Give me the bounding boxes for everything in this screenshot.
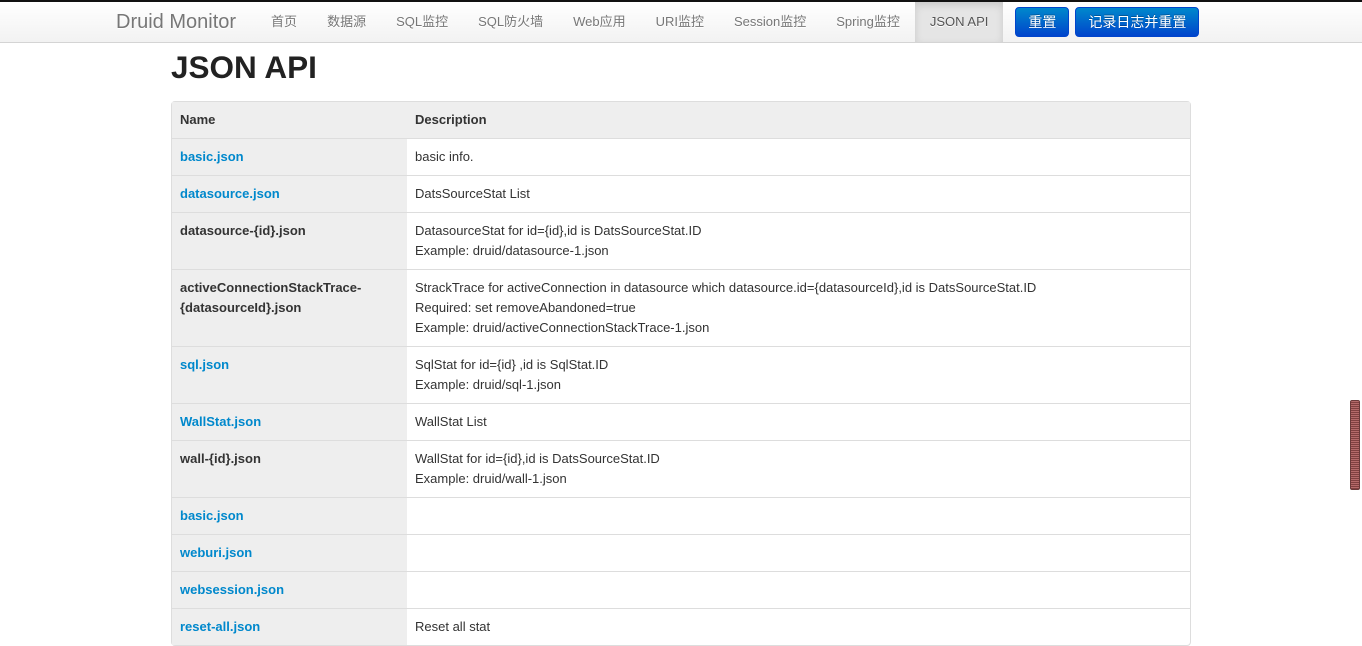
nav-item-5[interactable]: URI监控 [641, 2, 719, 42]
api-name-cell: weburi.json [172, 534, 407, 571]
api-name: wall-{id}.json [180, 451, 261, 466]
table-row: datasource.json DatsSourceStat List [172, 175, 1190, 212]
api-desc-cell: DatsSourceStat List [407, 175, 1190, 212]
api-desc-cell: Reset all stat [407, 608, 1190, 645]
table-row: weburi.json [172, 534, 1190, 571]
api-link[interactable]: WallStat.json [180, 414, 261, 429]
api-desc-cell: SqlStat for id={id} ,id is SqlStat.IDExa… [407, 346, 1190, 403]
api-name-cell: basic.json [172, 497, 407, 534]
table-row: basic.json [172, 497, 1190, 534]
api-name-cell: datasource-{id}.json [172, 212, 407, 269]
brand[interactable]: Druid Monitor [116, 2, 256, 42]
api-link[interactable]: basic.json [180, 149, 244, 164]
api-desc-cell [407, 497, 1190, 534]
nav-item-2[interactable]: SQL监控 [381, 2, 463, 42]
table-row: WallStat.json WallStat List [172, 403, 1190, 440]
api-link[interactable]: weburi.json [180, 545, 252, 560]
api-table: Name Description basic.jsonbasic info.da… [171, 101, 1191, 646]
api-desc-cell: StrackTrace for activeConnection in data… [407, 269, 1190, 346]
api-desc-cell: WallStat List [407, 403, 1190, 440]
col-description: Description [407, 102, 1190, 138]
table-row: sql.json SqlStat for id={id} ,id is SqlSt… [172, 346, 1190, 403]
col-name: Name [172, 102, 407, 138]
nav-item-7[interactable]: Spring监控 [821, 2, 915, 42]
nav-item-0[interactable]: 首页 [256, 2, 312, 42]
navbar: Druid Monitor 首页数据源SQL监控SQL防火墙Web应用URI监控… [0, 2, 1362, 43]
table-row: wall-{id}.json WallStat for id={id},id is… [172, 440, 1190, 497]
api-link[interactable]: datasource.json [180, 186, 280, 201]
table-row: reset-all.json Reset all stat [172, 608, 1190, 645]
table-row: websession.json [172, 571, 1190, 608]
api-name: activeConnectionStackTrace-{datasourceId… [180, 280, 361, 315]
api-name-cell: reset-all.json [172, 608, 407, 645]
api-name-cell: datasource.json [172, 175, 407, 212]
nav: 首页数据源SQL监控SQL防火墙Web应用URI监控Session监控Sprin… [256, 2, 1003, 42]
scrollbar[interactable] [1346, 0, 1360, 628]
api-desc-cell [407, 534, 1190, 571]
nav-item-1[interactable]: 数据源 [312, 2, 381, 42]
nav-item-8[interactable]: JSON API [915, 2, 1004, 42]
api-name-cell: websession.json [172, 571, 407, 608]
page-title: JSON API [171, 47, 1191, 87]
api-name-cell: activeConnectionStackTrace-{datasourceId… [172, 269, 407, 346]
api-name-cell: wall-{id}.json [172, 440, 407, 497]
log-and-reset-button[interactable]: 记录日志并重置 [1075, 7, 1199, 37]
api-desc-cell: WallStat for id={id},id is DatsSourceSta… [407, 440, 1190, 497]
nav-item-6[interactable]: Session监控 [719, 2, 821, 42]
api-name-cell: sql.json [172, 346, 407, 403]
api-link[interactable]: websession.json [180, 582, 284, 597]
api-link[interactable]: reset-all.json [180, 619, 260, 634]
scrollbar-thumb[interactable] [1350, 400, 1360, 490]
api-desc-cell [407, 571, 1190, 608]
api-name-cell: basic.json [172, 138, 407, 175]
api-name-cell: WallStat.json [172, 403, 407, 440]
nav-item-3[interactable]: SQL防火墙 [463, 2, 558, 42]
table-row: datasource-{id}.json DatasourceStat for i… [172, 212, 1190, 269]
api-desc-cell: DatasourceStat for id={id},id is DatsSou… [407, 212, 1190, 269]
reset-button[interactable]: 重置 [1015, 7, 1069, 37]
nav-item-4[interactable]: Web应用 [558, 2, 641, 42]
api-desc-cell: basic info. [407, 138, 1190, 175]
api-link[interactable]: sql.json [180, 357, 229, 372]
api-name: datasource-{id}.json [180, 223, 306, 238]
table-row: basic.json basic info. [172, 138, 1190, 175]
table-row: activeConnectionStackTrace-{datasourceId… [172, 269, 1190, 346]
api-link[interactable]: basic.json [180, 508, 244, 523]
